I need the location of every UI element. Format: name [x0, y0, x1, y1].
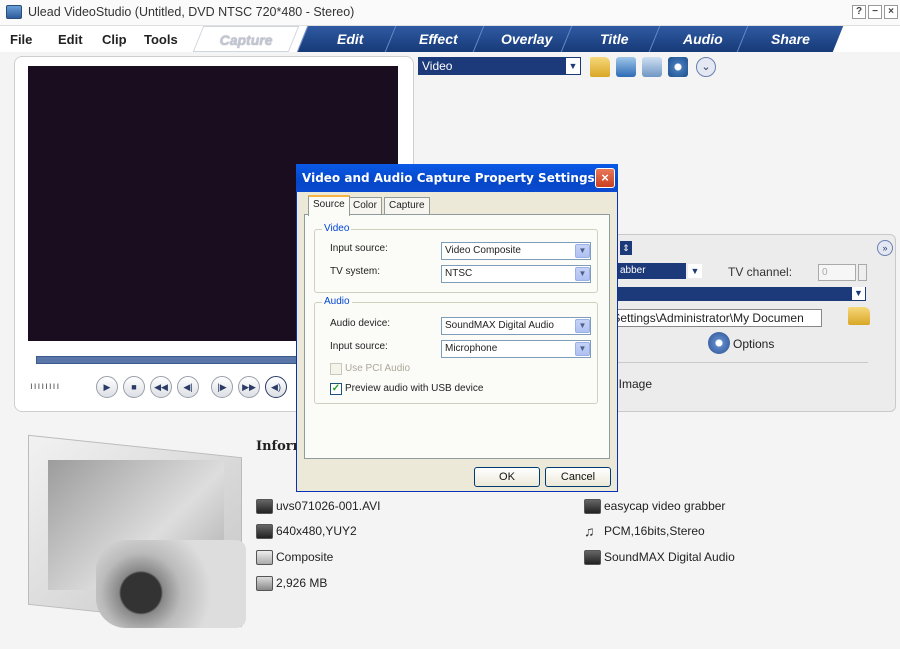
camcorder-illustration: [96, 540, 246, 628]
tv-channel-spinner[interactable]: [858, 264, 867, 281]
format-select[interactable]: [616, 287, 866, 301]
tab-share[interactable]: Share: [736, 26, 844, 52]
tab-capture[interactable]: Capture: [192, 26, 300, 52]
info-audio-device: SoundMAX Digital Audio: [604, 550, 735, 564]
preview-usb-checkbox[interactable]: ✓: [330, 383, 342, 395]
input-source-label: Input source:: [330, 243, 388, 254]
info-input-source: Composite: [276, 550, 334, 564]
source-device-select[interactable]: abber: [616, 263, 686, 279]
options-button[interactable]: Options: [733, 337, 774, 351]
close-button[interactable]: ×: [884, 5, 898, 19]
stop-button[interactable]: ■: [123, 376, 145, 398]
next-frame-button[interactable]: |▶: [211, 376, 233, 398]
previous-frame-button[interactable]: ◀|: [177, 376, 199, 398]
window-title: Ulead VideoStudio (Untitled, DVD NTSC 72…: [28, 5, 355, 19]
use-pci-audio-checkbox: [330, 363, 342, 375]
audio-group-title: Audio: [322, 296, 352, 307]
check-box-icon: [256, 550, 273, 565]
audio-input-source-label: Input source:: [330, 341, 388, 352]
tv-system-label: TV system:: [330, 266, 381, 277]
dialog-close-button[interactable]: ×: [595, 168, 615, 188]
dialog-title: Video and Audio Capture Property Setting…: [302, 171, 595, 185]
library-icon[interactable]: [642, 57, 662, 77]
expand-icon[interactable]: ⌄: [696, 57, 716, 77]
rewind-button[interactable]: ◀◀: [150, 376, 172, 398]
duration-spinner[interactable]: ⇕: [620, 241, 632, 255]
film-icon: [256, 499, 273, 514]
video-group: [314, 229, 598, 293]
info-capture-device: easycap video grabber: [604, 499, 726, 513]
import-icon[interactable]: [616, 57, 636, 77]
tab-source[interactable]: Source: [308, 195, 350, 216]
disk-clock-icon: [256, 576, 273, 591]
capture-folder-input[interactable]: and Settings\Administrator\My Documen: [584, 309, 822, 327]
audio-info-icon: ♫: [584, 523, 595, 539]
browse-folder-icon[interactable]: [848, 307, 870, 325]
chevron-down-icon[interactable]: ▼: [575, 244, 590, 258]
jog-wheel[interactable]: ıııııııı: [30, 381, 60, 392]
play-button[interactable]: ▶: [96, 376, 118, 398]
fast-forward-button[interactable]: ▶▶: [238, 376, 260, 398]
info-audio-format: PCM,16bits,Stereo: [604, 524, 705, 538]
chevron-down-icon[interactable]: ▼: [688, 264, 702, 278]
info-video-format: 640x480,YUY2: [276, 524, 357, 538]
monitor-icon: [584, 499, 601, 514]
minimize-button[interactable]: −: [868, 5, 882, 19]
audio-device-label: Audio device:: [330, 318, 391, 329]
info-disk-space: 2,926 MB: [276, 576, 328, 590]
tab-color[interactable]: Color: [348, 197, 382, 215]
film-info-icon: [256, 524, 273, 539]
app-icon: [6, 5, 22, 19]
preview-usb-label[interactable]: Preview audio with USB device: [345, 383, 483, 394]
input-source-select[interactable]: Video Composite: [441, 242, 591, 260]
chevron-down-icon[interactable]: ▼: [575, 319, 590, 333]
menu-file[interactable]: File: [10, 32, 32, 47]
chevron-down-icon[interactable]: ▼: [852, 287, 865, 300]
audio-input-source-select[interactable]: Microphone: [441, 340, 591, 358]
source-select[interactable]: Video: [418, 57, 581, 75]
disc-icon[interactable]: [668, 57, 688, 77]
chevron-down-icon[interactable]: ▼: [575, 267, 590, 281]
info-file-name: uvs071026-001.AVI: [276, 499, 381, 513]
video-group-title: Video: [322, 223, 352, 234]
tab-capture-settings[interactable]: Capture: [384, 197, 430, 215]
tv-channel-label: TV channel:: [728, 265, 793, 279]
menu-tools[interactable]: Tools: [144, 32, 178, 47]
chevron-down-icon[interactable]: ▼: [566, 58, 580, 74]
audio-device-icon: [584, 550, 601, 565]
cancel-button[interactable]: Cancel: [545, 467, 611, 487]
use-pci-audio-label: Use PCI Audio: [345, 363, 411, 374]
panel-collapse-icon[interactable]: »: [877, 240, 893, 256]
help-button[interactable]: ?: [852, 5, 866, 19]
chevron-down-icon[interactable]: ▼: [575, 342, 590, 356]
menu-clip[interactable]: Clip: [102, 32, 127, 47]
volume-button[interactable]: ◀): [265, 376, 287, 398]
ok-button[interactable]: OK: [474, 467, 540, 487]
tv-channel-input[interactable]: 0: [818, 264, 856, 281]
gear-icon[interactable]: [708, 332, 730, 354]
divider: [598, 362, 868, 363]
open-folder-icon[interactable]: [590, 57, 610, 77]
menu-edit[interactable]: Edit: [58, 32, 83, 47]
tv-system-select[interactable]: NTSC: [441, 265, 591, 283]
audio-device-select[interactable]: SoundMAX Digital Audio: [441, 317, 591, 335]
